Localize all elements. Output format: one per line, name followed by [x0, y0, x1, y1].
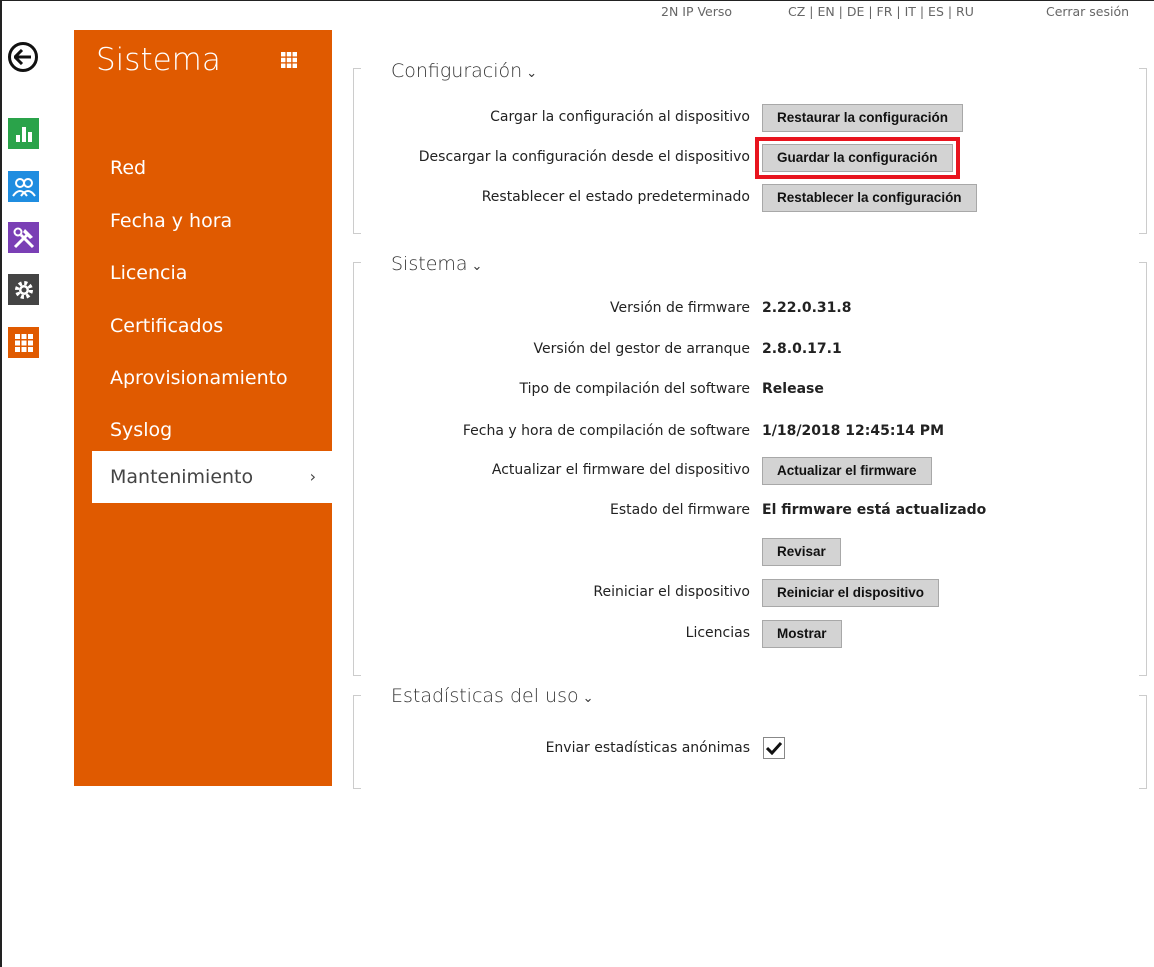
field-label: Cargar la configuración al dispositivo [490, 109, 750, 125]
sidebar-item-fecha-y-hora[interactable]: Fecha y hora [74, 195, 332, 247]
restart-device-button[interactable]: Reiniciar el dispositivo [762, 579, 940, 607]
window-frame-left [0, 0, 2, 967]
window-frame-top [0, 0, 1154, 1]
panel-title-estadisticas[interactable]: Estadísticas del uso ⌄ [391, 685, 594, 707]
config-row-restore: Cargar la configuración al dispositivo R… [353, 104, 1147, 132]
build-date-row: Fecha y hora de compilación de software … [353, 418, 1147, 444]
check-firmware-row: Revisar [353, 538, 1147, 566]
field-label: Fecha y hora de compilación de software [462, 423, 750, 439]
field-label: Enviar estadísticas anónimas [545, 740, 750, 756]
update-firmware-row: Actualizar el firmware del dispositivo A… [353, 457, 1147, 485]
panel-estadisticas: Estadísticas del uso ⌄ Enviar estadística… [353, 685, 1147, 789]
device-name: 2N IP Verso [661, 4, 733, 19]
logout-link[interactable]: Cerrar sesión [1046, 4, 1129, 19]
field-label: Reiniciar el dispositivo [593, 584, 750, 600]
panel-title-configuracion[interactable]: Configuración ⌄ [391, 60, 537, 82]
build-date-value: 1/18/2018 12:45:14 PM [762, 423, 944, 439]
field-label: Actualizar el firmware del dispositivo [491, 462, 750, 478]
sidebar-item-certificados[interactable]: Certificados [74, 300, 332, 352]
field-label: Estado del firmware [609, 502, 750, 518]
chevron-down-icon: ⌄ [526, 66, 538, 81]
back-arrow-icon[interactable] [8, 42, 38, 72]
top-bar: 2N IP Verso CZ | EN | DE | FR | IT | ES … [0, 4, 1154, 24]
chevron-right-icon: › [309, 467, 316, 486]
field-label: Versión de firmware [610, 300, 750, 316]
show-licenses-button[interactable]: Mostrar [762, 620, 842, 648]
build-type-value: Release [762, 381, 824, 397]
sidebar-title: Sistema [96, 42, 221, 78]
grid-menu-icon[interactable] [281, 52, 297, 72]
system-grid-icon[interactable] [8, 327, 39, 358]
hardware-tools-icon[interactable] [8, 222, 39, 253]
language-selector[interactable]: CZ | EN | DE | FR | IT | ES | RU [788, 4, 974, 19]
checkmark-icon [766, 741, 782, 755]
bootloader-version-value: 2.8.0.17.1 [762, 341, 842, 357]
licenses-row: Licencias Mostrar [353, 620, 1147, 648]
panel-sistema: Sistema ⌄ Versión de firmware 2.22.0.31.8… [353, 253, 1147, 676]
services-gear-icon[interactable] [8, 274, 39, 305]
panel-configuracion: Configuración ⌄ Cargar la configuración a… [353, 60, 1147, 234]
sidebar-item-red[interactable]: Red [74, 142, 332, 194]
field-label: Descargar la configuración desde el disp… [418, 149, 750, 165]
build-type-row: Tipo de compilación del software Release [353, 376, 1147, 402]
config-row-reset: Restablecer el estado predeterminado Res… [353, 184, 1147, 212]
update-firmware-button[interactable]: Actualizar el firmware [762, 457, 932, 485]
bootloader-version-row: Versión del gestor de arranque 2.8.0.17.… [353, 336, 1147, 362]
section-sidebar: Sistema Red Fecha y hora Licencia Certif… [74, 30, 332, 786]
firmware-status-row: Estado del firmware El firmware está act… [353, 497, 1147, 523]
panel-title-text: Estadísticas del uso [391, 685, 579, 707]
firmware-version-value: 2.22.0.31.8 [762, 300, 852, 316]
firmware-version-row: Versión de firmware 2.22.0.31.8 [353, 295, 1147, 321]
status-chart-icon[interactable] [8, 118, 39, 149]
save-config-button[interactable]: Guardar la configuración [755, 137, 960, 179]
sidebar-item-licencia[interactable]: Licencia [74, 247, 332, 299]
sidebar-item-syslog[interactable]: Syslog [74, 404, 332, 456]
field-label: Restablecer el estado predeterminado [481, 189, 750, 205]
field-label: Tipo de compilación del software [519, 381, 750, 397]
reset-config-button[interactable]: Restablecer la configuración [762, 184, 977, 212]
anonymous-stats-row: Enviar estadísticas anónimas [353, 735, 1147, 761]
restore-config-button[interactable]: Restaurar la configuración [762, 104, 964, 132]
config-row-save: Descargar la configuración desde el disp… [353, 137, 1147, 179]
panel-title-sistema[interactable]: Sistema ⌄ [391, 253, 482, 275]
sidebar-item-mantenimiento[interactable]: Mantenimiento › [92, 451, 332, 503]
sidebar-item-label: Mantenimiento [110, 466, 254, 488]
chevron-down-icon: ⌄ [471, 259, 483, 274]
firmware-status-value: El firmware está actualizado [762, 502, 987, 518]
field-label: Versión del gestor de arranque [533, 341, 750, 357]
chevron-down-icon: ⌄ [582, 691, 594, 706]
directory-users-icon[interactable] [8, 171, 39, 202]
restart-row: Reiniciar el dispositivo Reiniciar el di… [353, 579, 1147, 607]
anonymous-stats-checkbox[interactable] [763, 737, 785, 759]
panel-title-text: Configuración [391, 60, 523, 82]
sidebar-item-aprovisionamiento[interactable]: Aprovisionamiento [74, 352, 332, 404]
field-label: Licencias [685, 625, 750, 641]
check-firmware-button[interactable]: Revisar [762, 538, 841, 566]
panel-title-text: Sistema [391, 253, 468, 275]
